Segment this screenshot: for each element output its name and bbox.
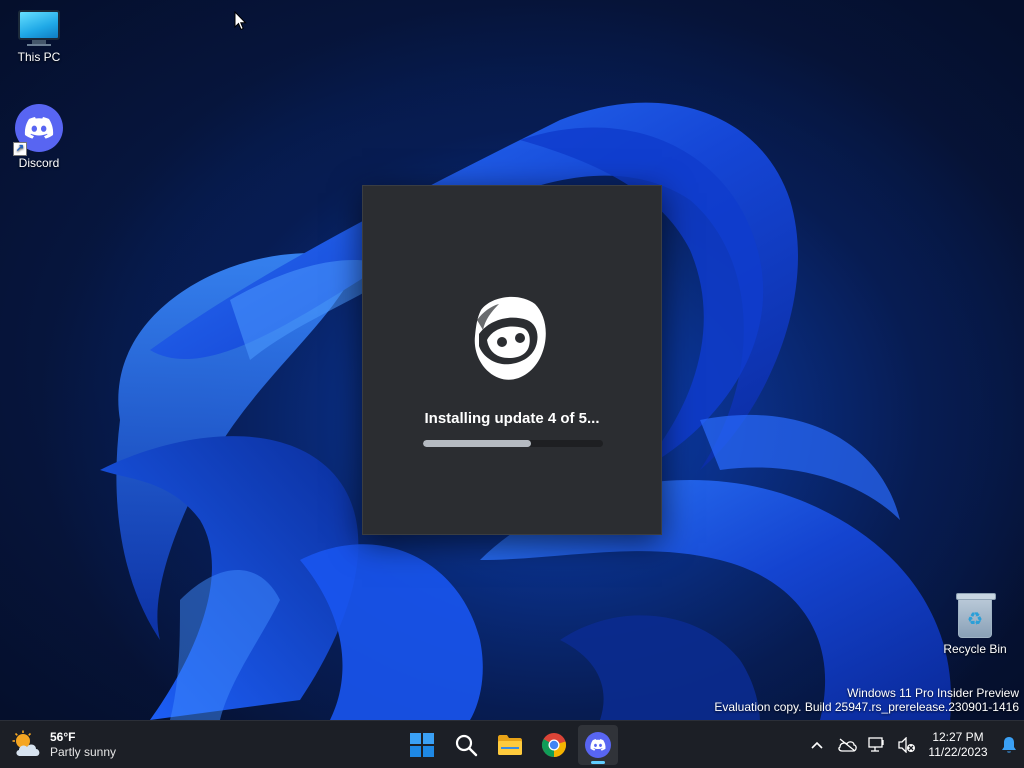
onedrive-button[interactable] [832, 729, 862, 761]
clock-date: 11/22/2023 [928, 745, 988, 759]
desktop-icon-label: Recycle Bin [943, 642, 1007, 656]
weather-temperature: 56°F [50, 730, 76, 744]
file-explorer-button[interactable] [490, 725, 530, 765]
shortcut-arrow-icon: ↗ [13, 142, 27, 156]
discord-icon [585, 732, 611, 758]
notifications-button[interactable] [994, 729, 1024, 761]
partly-sunny-icon [12, 730, 42, 760]
taskbar: 56°F Partly sunny 12:27 PM 11/22/2023 [0, 720, 1024, 768]
clock-time: 12:27 PM [932, 730, 984, 744]
bell-icon [1002, 737, 1016, 753]
desktop-icon-discord[interactable]: ↗ Discord [1, 104, 77, 170]
folder-icon [498, 735, 522, 755]
weather-widget[interactable]: 56°F Partly sunny [12, 727, 116, 763]
network-icon [868, 737, 884, 752]
desktop-icon-label: Discord [18, 156, 60, 170]
desktop-icon-label: This PC [17, 50, 61, 64]
discord-loading-logo-icon [469, 290, 549, 386]
update-status-text: Installing update 4 of 5... [424, 410, 600, 427]
discord-updater-window: Installing update 4 of 5... [362, 185, 662, 535]
taskbar-pinned-apps [402, 725, 622, 765]
network-button[interactable] [862, 729, 892, 761]
system-tray: 12:27 PM 11/22/2023 [802, 721, 1024, 768]
windows-logo-icon [410, 733, 434, 757]
desktop-icon-this-pc[interactable]: This PC [1, 10, 77, 64]
active-app-indicator [591, 761, 605, 764]
volume-button[interactable] [892, 729, 922, 761]
monitor-icon [18, 10, 60, 40]
chevron-up-icon [811, 741, 823, 749]
recycle-bin-icon: ♻ [956, 593, 996, 638]
discord-taskbar-button[interactable] [578, 725, 618, 765]
windows-watermark: Windows 11 Pro Insider Preview Evaluatio… [714, 686, 1019, 714]
desktop-icon-recycle-bin[interactable]: ♻ Recycle Bin [937, 593, 1013, 656]
clock[interactable]: 12:27 PM 11/22/2023 [922, 730, 994, 760]
mouse-cursor-icon [234, 10, 248, 36]
weather-condition: Partly sunny [50, 745, 117, 759]
watermark-line-edition: Windows 11 Pro Insider Preview [847, 686, 1019, 700]
show-hidden-icons-button[interactable] [802, 729, 832, 761]
volume-muted-icon [898, 737, 915, 753]
search-icon [455, 734, 478, 757]
search-button[interactable] [446, 725, 486, 765]
chrome-button[interactable] [534, 725, 574, 765]
update-progress-fill [423, 440, 531, 447]
watermark-line-build: Evaluation copy. Build 25947.rs_prerelea… [714, 700, 1019, 714]
start-button[interactable] [402, 725, 442, 765]
update-progress-bar [423, 440, 603, 447]
chrome-icon [541, 733, 567, 757]
cloud-off-icon [838, 738, 857, 752]
discord-icon: ↗ [13, 104, 63, 156]
